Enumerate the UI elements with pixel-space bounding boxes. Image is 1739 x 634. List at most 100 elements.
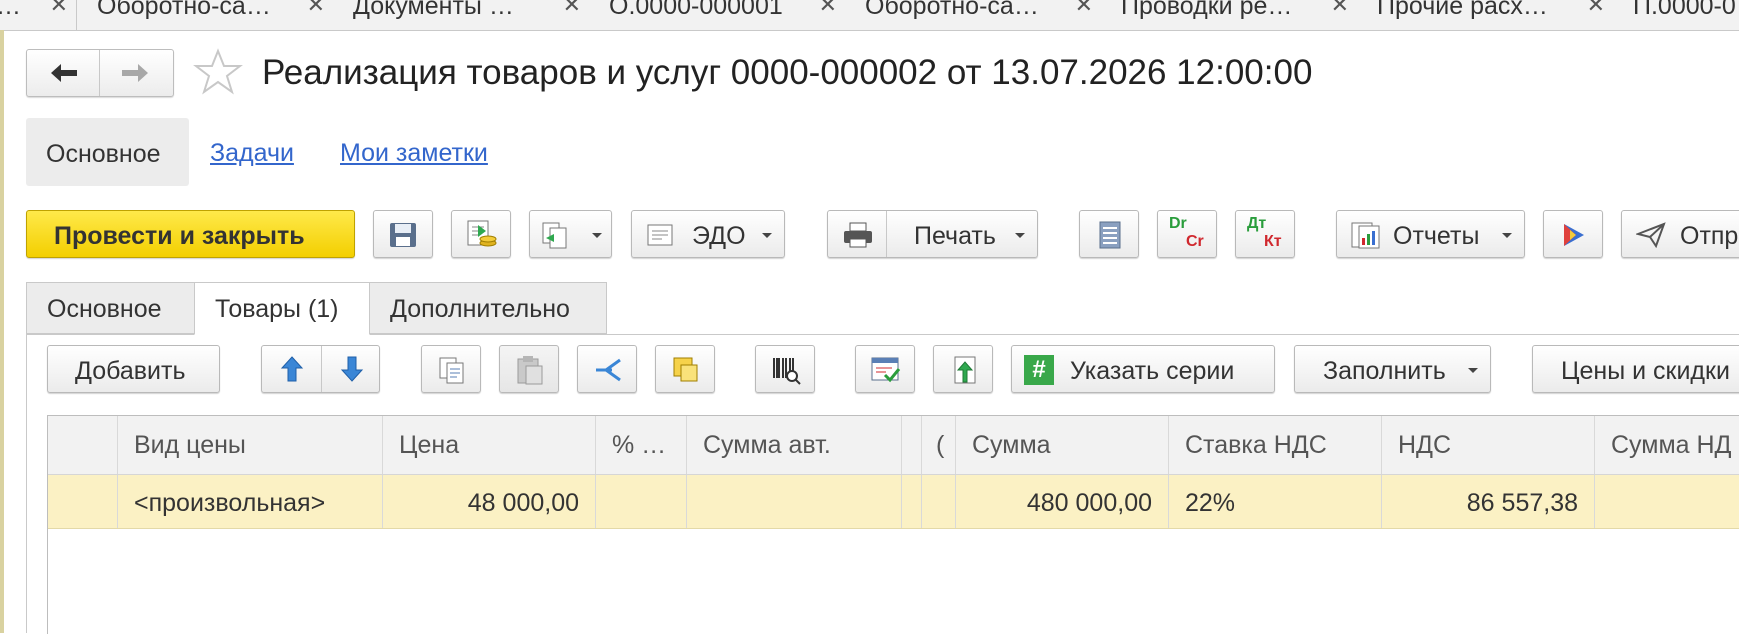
paste-row-button[interactable]: [499, 345, 559, 393]
header-cell[interactable]: % …: [596, 416, 687, 474]
copy-row-button[interactable]: [421, 345, 481, 393]
reports-button[interactable]: Отчеты: [1336, 210, 1525, 258]
header-cell[interactable]: [48, 416, 118, 474]
header-cell[interactable]: Сумма НД: [1595, 416, 1739, 474]
tab-additional[interactable]: Дополнительно: [369, 282, 607, 334]
hash-icon: #: [1024, 355, 1054, 385]
row-cell[interactable]: [596, 475, 687, 528]
close-icon[interactable]: ✕: [307, 0, 325, 18]
header-cell[interactable]: [902, 416, 922, 474]
window-tab[interactable]: Оборотно-са… ✕: [845, 0, 1102, 30]
history-nav: [26, 49, 174, 97]
service-button[interactable]: [1543, 210, 1603, 258]
select-button[interactable]: [655, 345, 715, 393]
page-title: Реализация товаров и услуг 0000-000002 о…: [262, 53, 1313, 92]
row-cell[interactable]: 480 000,00: [956, 475, 1169, 528]
close-icon[interactable]: ✕: [1331, 0, 1349, 18]
window-tab[interactable]: Проводки ре… ✕: [1101, 0, 1358, 30]
forward-button[interactable]: [100, 50, 172, 96]
send-button[interactable]: Отпр: [1621, 210, 1739, 258]
header-cell[interactable]: НДС: [1382, 416, 1595, 474]
row-cell[interactable]: 22%: [1169, 475, 1382, 528]
header-cell[interactable]: (: [922, 416, 956, 474]
chevron-down-icon: [762, 233, 772, 238]
print-divider: [886, 211, 887, 257]
prices-discounts-button[interactable]: Цены и скидки: [1532, 345, 1739, 393]
row-cell[interactable]: [1595, 475, 1739, 528]
close-icon[interactable]: ✕: [819, 0, 837, 18]
row-cell[interactable]: 48 000,00: [383, 475, 596, 528]
tab-goods[interactable]: Товары (1): [194, 282, 370, 335]
row-cell[interactable]: 86 557,38: [1382, 475, 1595, 528]
check-button[interactable]: [855, 345, 915, 393]
share-button[interactable]: [577, 345, 637, 393]
favorite-star-icon[interactable]: [193, 48, 243, 96]
column-narrow: (: [936, 431, 945, 459]
goods-table: Вид цены Цена % … Сумма авт. ( Сумма Ста…: [47, 415, 1739, 634]
barcode-search-button[interactable]: [755, 345, 815, 393]
window-tab[interactable]: … ✕: [0, 0, 77, 30]
section-main[interactable]: Основное: [26, 118, 189, 186]
post-document-icon: [467, 220, 497, 247]
printer-icon: [844, 222, 872, 248]
dr-cr-button[interactable]: Dr Cr: [1157, 210, 1217, 258]
print-button[interactable]: Печать: [827, 210, 1038, 258]
window-tab-label: Оборотно-са…: [97, 0, 271, 20]
column-percent: % …: [612, 431, 667, 459]
post-and-close-button[interactable]: Провести и закрыть: [26, 210, 355, 258]
report-chart-icon: [1351, 222, 1380, 249]
column-price: Цена: [399, 431, 460, 459]
dr-label: Dr: [1169, 215, 1187, 232]
window-tab[interactable]: П.0000-0: [1613, 0, 1739, 30]
edo-icon: [647, 224, 673, 246]
window-tab[interactable]: Документы … ✕: [333, 0, 590, 30]
list-button[interactable]: [1079, 210, 1139, 258]
row-cell[interactable]: [48, 475, 118, 528]
upload-button[interactable]: [933, 345, 993, 393]
window-tab[interactable]: О.0000-000001 ✕: [589, 0, 846, 30]
close-icon[interactable]: ✕: [50, 0, 68, 18]
dt-kt-button[interactable]: Дт Кт: [1235, 210, 1295, 258]
back-button[interactable]: [27, 50, 100, 96]
fill-button[interactable]: Заполнить: [1294, 345, 1491, 393]
column-sum: Сумма: [972, 431, 1051, 459]
chevron-down-icon: [1015, 233, 1025, 238]
arrow-right-icon: [122, 64, 148, 82]
close-icon[interactable]: ✕: [1075, 0, 1093, 18]
table-row[interactable]: <произвольная> 48 000,00 480 000,00 22% …: [48, 475, 1739, 529]
close-icon[interactable]: ✕: [1587, 0, 1605, 18]
row-cell[interactable]: <произвольная>: [118, 475, 383, 528]
section-tasks-link[interactable]: Задачи: [210, 139, 294, 168]
specify-series-button[interactable]: # Указать серии: [1011, 345, 1275, 393]
row-cell[interactable]: [922, 475, 956, 528]
add-row-button[interactable]: Добавить: [47, 345, 220, 393]
window-tab-label: Прочие расх…: [1377, 0, 1548, 20]
window-tab-label: О.0000-000001: [609, 0, 783, 20]
row-cell[interactable]: [687, 475, 902, 528]
tab-main[interactable]: Основное: [26, 282, 195, 334]
copy-icon: [439, 357, 464, 384]
close-icon[interactable]: ✕: [563, 0, 581, 18]
edo-button[interactable]: ЭДО: [631, 210, 785, 258]
header-cell[interactable]: Сумма: [956, 416, 1169, 474]
tab-main-label: Основное: [47, 295, 162, 323]
header-cell[interactable]: Ставка НДС: [1169, 416, 1382, 474]
section-notes-link[interactable]: Мои заметки: [340, 139, 488, 168]
row-cell[interactable]: [902, 475, 922, 528]
panel-border: [26, 334, 27, 633]
header-cell[interactable]: Сумма авт.: [687, 416, 902, 474]
create-based-on-button[interactable]: [529, 210, 612, 258]
save-button[interactable]: [373, 210, 433, 258]
window-tab[interactable]: Оборотно-са… ✕: [77, 0, 334, 30]
window-tab[interactable]: Прочие расх… ✕: [1357, 0, 1614, 30]
kt-label: Кт: [1264, 233, 1282, 250]
arrow-up-icon[interactable]: [280, 355, 304, 383]
chevron-down-icon: [1468, 368, 1478, 373]
arrow-down-icon[interactable]: [340, 355, 364, 383]
header-cell[interactable]: Вид цены: [118, 416, 383, 474]
post-button[interactable]: [451, 210, 511, 258]
header-cell[interactable]: Цена: [383, 416, 596, 474]
checklist-icon: [871, 357, 901, 383]
cell-price-type: <произвольная>: [134, 489, 326, 517]
cr-label: Cr: [1186, 233, 1204, 250]
